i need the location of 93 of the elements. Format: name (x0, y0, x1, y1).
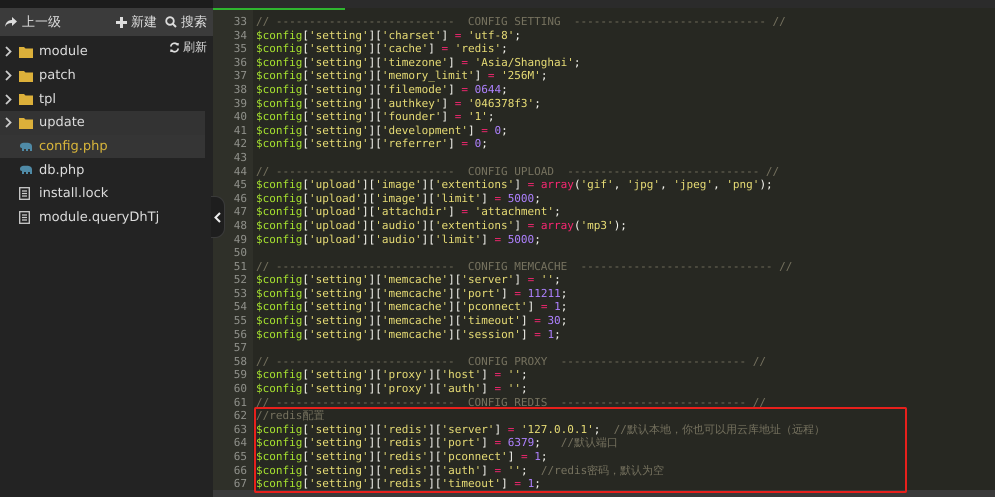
code-line: $config['setting']['development'] = 0; (256, 124, 508, 138)
file-tree-item[interactable]: patch (0, 64, 205, 88)
line-number: 47 (232, 205, 247, 219)
code-line: $config['setting']['redis']['pconnect'] = 1; (256, 450, 548, 464)
parent-folder-button[interactable]: 上一级 (4, 11, 61, 33)
line-number: 53 (232, 286, 247, 300)
line-number: 44 (232, 164, 247, 178)
code-line: $config['setting']['referrer'] = 0; (256, 137, 488, 151)
elephant-icon (19, 142, 33, 152)
code-line: //redis配置 (256, 409, 324, 423)
code-line: $config['setting']['redis']['auth'] = ''; //redis密码，默认为空 (256, 464, 664, 478)
line-number: 45 (232, 178, 247, 192)
share-arrow-icon (4, 16, 18, 28)
line-number: 42 (232, 137, 247, 151)
line-number: 56 (232, 328, 247, 342)
code-line: $config['upload']['attachdir'] = 'attachment'; (256, 205, 561, 219)
search-button[interactable]: 搜索 (165, 11, 207, 33)
line-number: 49 (232, 232, 247, 246)
chevron-left-icon (214, 212, 221, 222)
line-number: 39 (232, 96, 247, 110)
code-line: $config['setting']['memcache']['port'] = 11211; (256, 286, 568, 300)
code-line: $config['setting']['founder'] = '1'; (256, 110, 494, 124)
code-line: $config['setting']['memcache']['pconnect'] = 1; (256, 300, 568, 314)
code-line: $config['setting']['authkey'] = '046378f3'; (256, 96, 541, 110)
code-line: $config['upload']['image']['limit'] = 5000; (256, 192, 541, 206)
refresh-icon (169, 42, 180, 53)
file-tree-item[interactable]: module.queryDhTj (0, 206, 205, 230)
line-number: 63 (232, 422, 247, 436)
code-line: $config['setting']['timezone'] = 'Asia/Shanghai'; (256, 56, 581, 70)
code-line: $config['setting']['redis']['server'] = '127.0.0.1'; //默认本地，你也可以用云库地址（远程） (256, 422, 825, 436)
code-line: // --------------------------- CONFIG UPLOAD ----------------------------- // (256, 164, 780, 178)
file-tree-item[interactable]: tpl (0, 87, 205, 112)
line-number: 59 (232, 368, 247, 382)
line-number: 50 (232, 246, 247, 260)
file-tree-item[interactable]: update (0, 111, 205, 135)
line-number: 38 (232, 82, 247, 97)
line-number: 34 (232, 28, 247, 42)
code-line: // --------------------------- CONFIG PROXY ---------------------------- // (256, 354, 766, 368)
refresh-button[interactable]: 刷新 (169, 39, 207, 56)
code-line: // --------------------------- CONFIG MEMCACHE ----------------------------- // (256, 260, 792, 274)
code-line: $config['upload']['audio']['limit'] = 5000; (256, 232, 541, 246)
line-number: 62 (232, 409, 247, 423)
code-line: $config['upload']['image']['extentions'] = array('gif', 'jpg', 'jpeg', 'png'); (256, 178, 773, 192)
folder-icon (19, 70, 33, 82)
line-number: 57 (232, 341, 247, 355)
folder-icon (19, 93, 33, 106)
code-line: // --------------------------- CONFIG SETTING ----------------------------- // (256, 15, 786, 29)
line-number: 55 (232, 314, 247, 328)
line-number: 37 (232, 69, 247, 83)
code-line: // --------------------------- CONFIG REDIS ---------------------------- // (256, 396, 766, 410)
elephant-icon (19, 165, 33, 176)
line-number: 67 (232, 477, 247, 491)
folder-icon (19, 116, 33, 129)
code-line: $config['setting']['filemode'] = 0644; (256, 82, 508, 97)
line-number: 64 (232, 436, 247, 450)
code-line: $config['setting']['memory_limit'] = '256M'; (256, 69, 548, 83)
line-number: 52 (232, 273, 247, 287)
file-tree-item[interactable]: install.lock (0, 182, 205, 206)
line-number: 60 (232, 382, 247, 396)
code-line: $config['upload']['audio']['extentions'] = array('mp3'); (256, 218, 627, 232)
line-number: 46 (232, 192, 247, 206)
folder-icon (19, 46, 33, 58)
line-number: 40 (232, 110, 247, 124)
line-number: 65 (232, 450, 247, 464)
file-tree-item[interactable]: db.php (0, 158, 205, 182)
line-number: 51 (232, 260, 247, 274)
line-number: 41 (232, 124, 247, 138)
line-number: 36 (232, 56, 247, 70)
search-icon (165, 16, 177, 28)
code-line: $config['setting']['memcache']['session'] = 1; (256, 328, 561, 342)
plus-icon (116, 16, 127, 28)
code-line: $config['setting']['redis']['port'] = 6379; //默认端口 (256, 436, 618, 450)
document-icon (19, 211, 30, 224)
file-tree-item[interactable]: config.php (0, 134, 205, 158)
code-line: $config['setting']['memcache']['server'] = ''; (256, 273, 561, 287)
line-number: 61 (232, 396, 247, 410)
line-number: 66 (232, 464, 247, 478)
code-line: $config['setting']['proxy']['auth'] = ''; (256, 382, 528, 396)
document-icon (19, 187, 30, 200)
line-number: 33 (232, 15, 247, 29)
line-number: 58 (232, 354, 247, 368)
collapse-handle[interactable] (211, 196, 225, 238)
line-number: 35 (232, 42, 247, 56)
code-line: $config['setting']['redis']['timeout'] = 1; (256, 477, 541, 491)
line-number: 48 (232, 218, 247, 232)
code-line: $config['setting']['cache'] = 'redis'; (256, 42, 508, 56)
line-number: 54 (232, 300, 247, 314)
code-line: $config['setting']['charset'] = 'utf-8'; (256, 28, 521, 42)
code-line: $config['setting']['proxy']['host'] = ''; (256, 368, 528, 382)
new-button[interactable]: 新建 (116, 11, 157, 33)
code-line: $config['setting']['memcache']['timeout'] = 30; (256, 314, 568, 328)
line-number: 43 (232, 150, 247, 165)
file-tree-item[interactable]: module (0, 40, 160, 64)
